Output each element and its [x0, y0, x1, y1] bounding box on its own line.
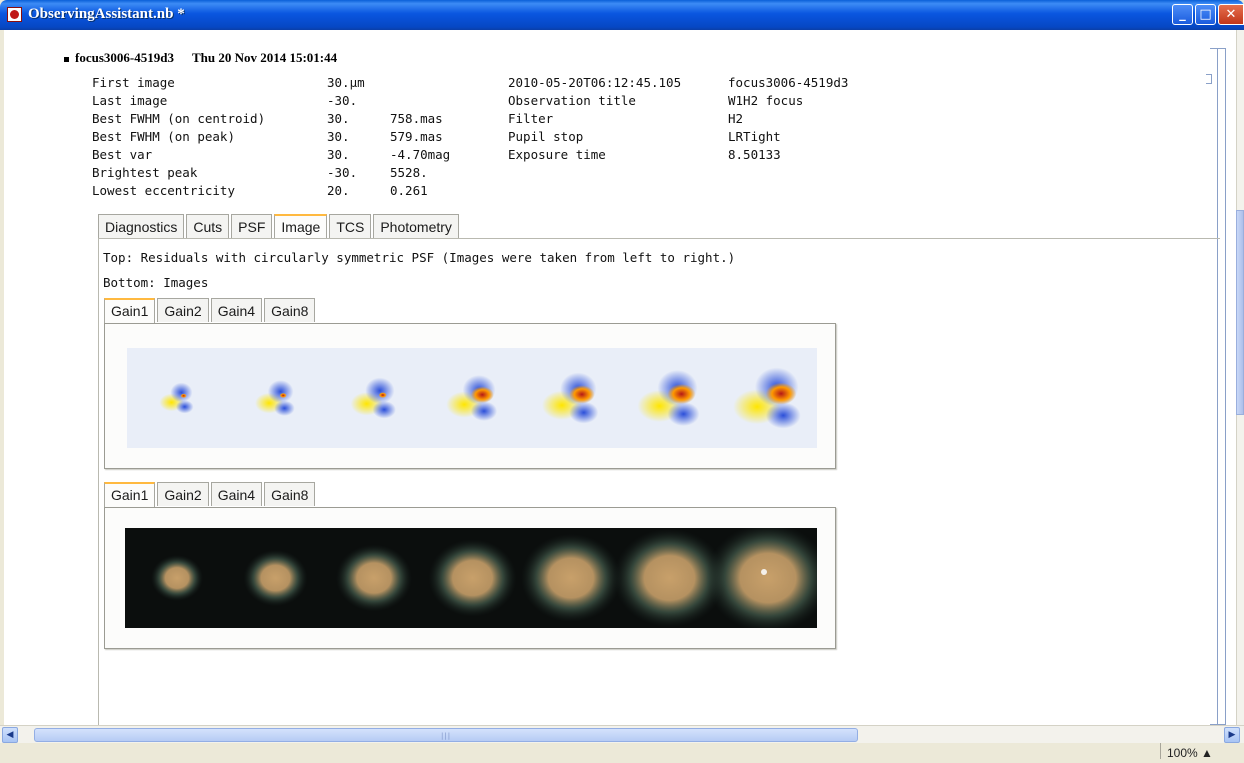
tab-gain1-residuals[interactable]: Gain1: [104, 298, 156, 323]
gain-tab-row-residuals: Gain1 Gain2 Gain4 Gain8: [104, 298, 317, 323]
images-panel: [104, 507, 836, 649]
minimize-icon: _: [1179, 7, 1186, 22]
meta-value: 8.50133: [728, 147, 781, 162]
summary-label: First image: [92, 75, 175, 90]
star-frame: [336, 544, 412, 612]
summary-value: 20.: [327, 183, 350, 198]
summary-extra: -4.70mag: [390, 147, 451, 162]
caption-bottom: Bottom: Images: [103, 275, 209, 290]
main-tab-row: Diagnostics Cuts PSF Image TCS Photometr…: [98, 214, 461, 239]
bullet-icon: [64, 56, 69, 62]
summary-extra: 579.mas: [390, 129, 443, 144]
star-frame: [243, 549, 308, 607]
arrow-right-icon: ▶: [1228, 730, 1236, 740]
cell-bracket-outer[interactable]: [1210, 48, 1218, 725]
cell-title: focus3006-4519d3 Thu 20 Nov 2014 15:01:44: [64, 50, 337, 66]
tab-image[interactable]: Image: [274, 214, 328, 239]
star-frame: [151, 555, 203, 601]
star-image-strip: [125, 528, 817, 628]
tab-panel-left-border: [98, 238, 99, 725]
meta-value: LRTight: [728, 129, 781, 144]
summary-value: 30.: [327, 129, 350, 144]
tab-gain4-images[interactable]: Gain4: [210, 482, 263, 506]
meta-value: H2: [728, 111, 744, 126]
status-bar: 100% ▲: [0, 743, 1244, 760]
star-frame: [521, 534, 621, 622]
tab-gain1-images[interactable]: Gain1: [104, 482, 156, 507]
close-button[interactable]: ✕: [1218, 4, 1244, 25]
window-title: ObservingAssistant.nb *: [28, 6, 185, 22]
scroll-left-button[interactable]: ◀: [2, 727, 18, 743]
vertical-scroll-thumb[interactable]: [1236, 210, 1244, 415]
meta-key: Filter: [508, 111, 554, 126]
tab-gain8-images[interactable]: Gain8: [264, 482, 316, 506]
cell-bracket-output[interactable]: [1206, 74, 1212, 84]
summary-label: Best var: [92, 147, 153, 162]
tab-cuts[interactable]: Cuts: [186, 214, 230, 238]
summary-extra: 0.261: [390, 183, 428, 198]
tab-gain2-images[interactable]: Gain2: [157, 482, 209, 506]
tab-gain8-residuals[interactable]: Gain8: [264, 298, 316, 322]
tab-panel-border: [98, 238, 1220, 239]
cell-name: focus3006-4519d3: [75, 50, 174, 65]
summary-label: Brightest peak: [92, 165, 198, 180]
tab-psf[interactable]: PSF: [231, 214, 273, 238]
tab-gain4-residuals[interactable]: Gain4: [210, 298, 263, 322]
meta-key: Exposure time: [508, 147, 606, 162]
meta-key: Observation title: [508, 93, 636, 108]
gain-tab-row-images: Gain1 Gain2 Gain4 Gain8: [104, 482, 317, 507]
star-frame: [706, 528, 817, 628]
close-icon: ✕: [1225, 7, 1237, 22]
cell-bracket-inner[interactable]: [1218, 48, 1226, 725]
maximize-button[interactable]: □: [1195, 4, 1216, 25]
grip-icon: |||: [441, 732, 452, 740]
zoom-control[interactable]: 100% ▲: [1160, 743, 1213, 760]
arrow-left-icon: ◀: [6, 730, 14, 740]
star-frame: [428, 539, 517, 617]
summary-label: Best FWHM (on centroid): [92, 111, 266, 126]
summary-value: -30.: [327, 93, 358, 108]
summary-label: Best FWHM (on peak): [92, 129, 235, 144]
cell-timestamp: Thu 20 Nov 2014 15:01:44: [191, 50, 338, 65]
summary-label: Lowest eccentricity: [92, 183, 235, 198]
summary-value: 30.: [327, 111, 350, 126]
summary-value: -30.: [327, 165, 358, 180]
title-bar: ObservingAssistant.nb * _ □ ✕: [0, 0, 1244, 30]
minimize-button[interactable]: _: [1172, 4, 1193, 25]
meta-value: focus3006-4519d3: [728, 75, 849, 90]
horizontal-scrollbar[interactable]: ◀ ||| ▶: [0, 725, 1244, 744]
horizontal-scroll-thumb[interactable]: |||: [34, 728, 858, 742]
scroll-right-button[interactable]: ▶: [1224, 727, 1240, 743]
summary-label: Last image: [92, 93, 168, 108]
tab-photometry[interactable]: Photometry: [373, 214, 459, 238]
summary-extra: 758.mas: [390, 111, 443, 126]
summary-value: 30.: [327, 147, 350, 162]
summary-value: 30.µm: [327, 75, 365, 90]
zoom-level: 100%: [1167, 746, 1198, 760]
summary-extra: 5528.: [390, 165, 428, 180]
meta-key: Pupil stop: [508, 129, 584, 144]
tab-diagnostics[interactable]: Diagnostics: [98, 214, 185, 238]
tab-tcs[interactable]: TCS: [329, 214, 372, 238]
tab-gain2-residuals[interactable]: Gain2: [157, 298, 209, 322]
caption-top: Top: Residuals with circularly symmetric…: [103, 250, 736, 265]
notebook-document[interactable]: focus3006-4519d3 Thu 20 Nov 2014 15:01:44…: [4, 30, 1236, 725]
maximize-icon: □: [1199, 7, 1212, 22]
residuals-panel: [104, 323, 836, 469]
residual-image-strip: [127, 348, 817, 448]
mathematica-icon[interactable]: [7, 7, 22, 22]
meta-key: 2010-05-20T06:12:45.105: [508, 75, 682, 90]
zoom-up-arrow-icon: ▲: [1201, 746, 1213, 760]
meta-value: W1H2 focus: [728, 93, 804, 108]
